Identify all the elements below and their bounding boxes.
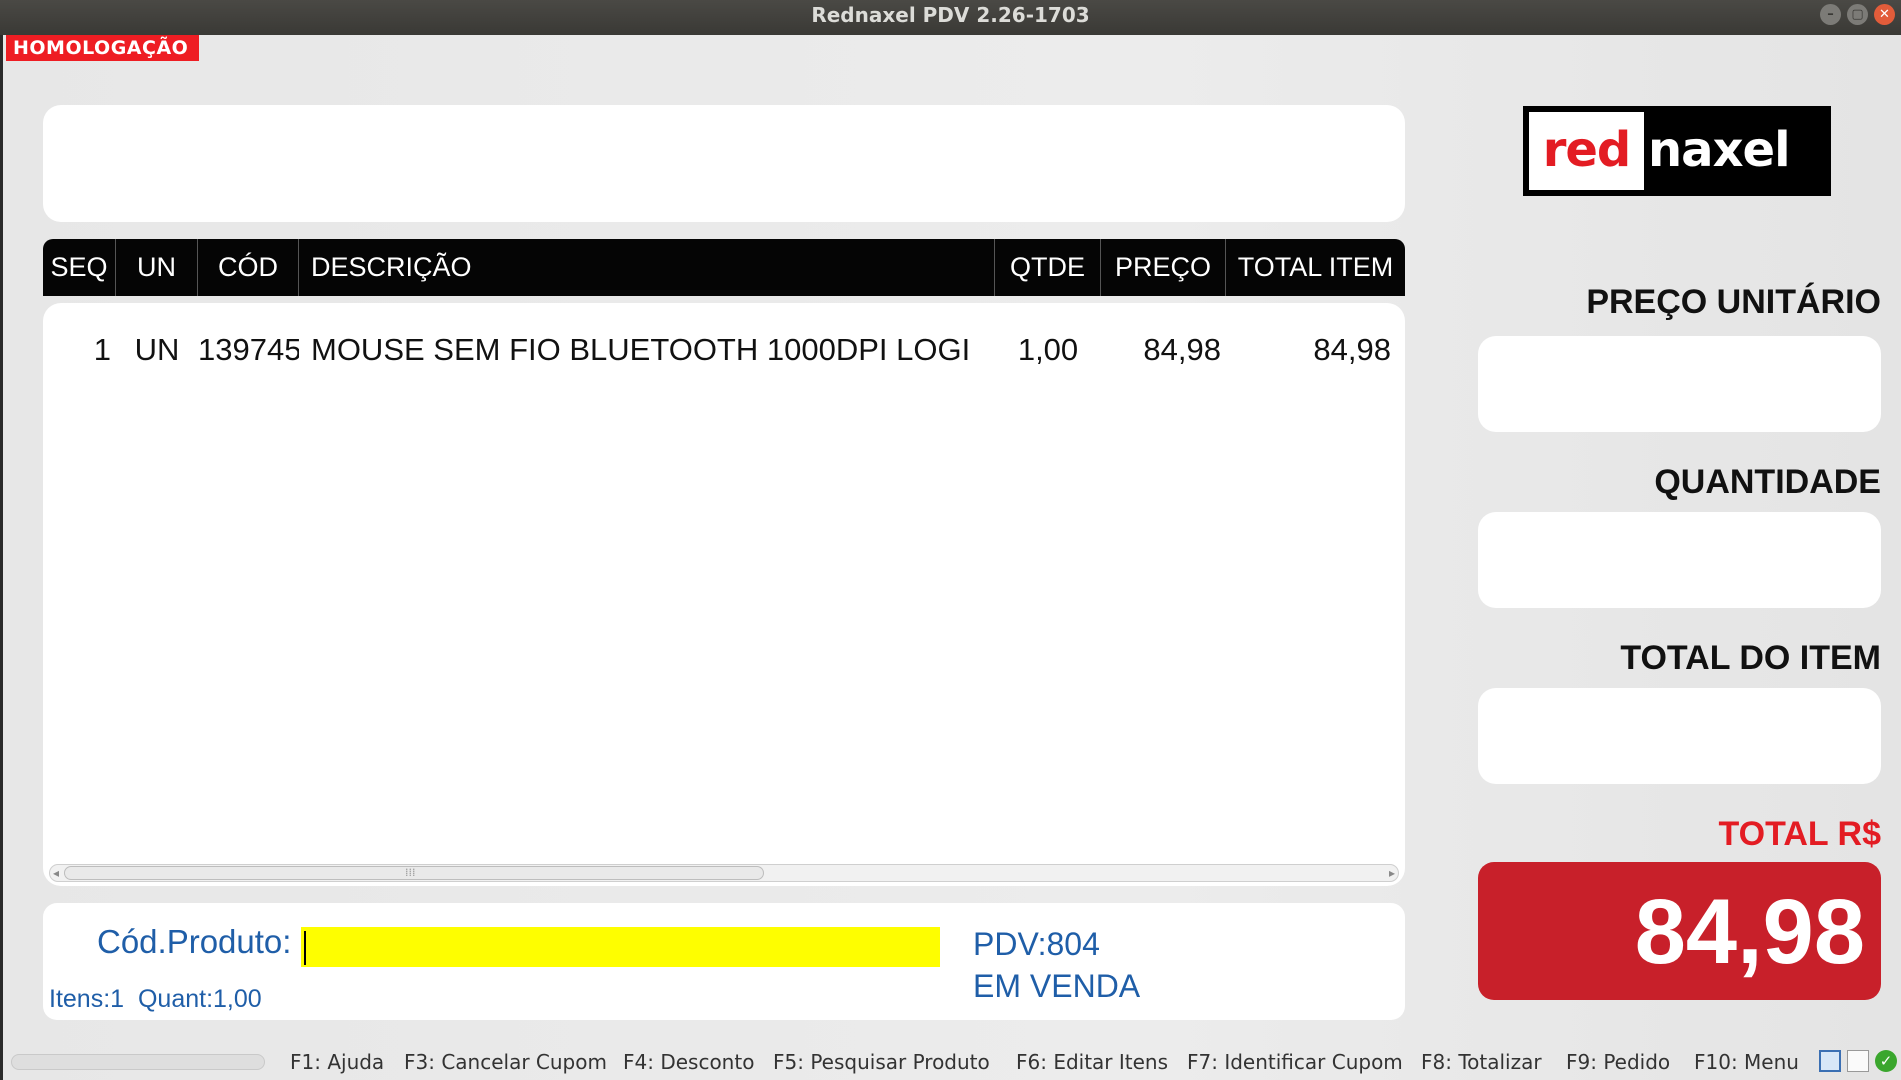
maximize-icon[interactable]: ▢: [1847, 4, 1868, 25]
col-qtde[interactable]: QTDE: [995, 239, 1101, 296]
col-cod[interactable]: CÓD: [198, 239, 299, 296]
logo-text-naxel: naxel: [1648, 122, 1791, 178]
grid-header: SEQ UN CÓD DESCRIÇÃO QTDE PREÇO TOTAL IT…: [43, 239, 1405, 296]
col-descricao[interactable]: DESCRIÇÃO: [299, 239, 995, 296]
pdv-info: PDV:804 EM VENDA: [973, 923, 1140, 1007]
cell-preco: 84,98: [1143, 332, 1221, 367]
cell-qtde: 1,00: [1017, 332, 1079, 367]
window-icon[interactable]: [1819, 1050, 1841, 1072]
pdv-status: EM VENDA: [973, 968, 1141, 1004]
status-bar: F1: Ajuda F3: Cancelar Cupom F4: Descont…: [3, 1045, 1901, 1080]
window-controls: – ▢ ✕: [1820, 4, 1895, 25]
window-title: Rednaxel PDV 2.26-1703: [811, 3, 1090, 27]
total-item-field: [1478, 688, 1881, 784]
environment-badge: HOMOLOGAÇÃO: [6, 35, 199, 61]
fkey-identificar-cupom[interactable]: F7: Identificar Cupom: [1187, 1050, 1403, 1074]
col-un[interactable]: UN: [116, 239, 198, 296]
horizontal-scrollbar[interactable]: ◂ ⁞⁞⁞ ▸: [49, 864, 1399, 882]
quantidade-label: QUANTIDADE: [1654, 463, 1881, 501]
rednaxel-logo: red naxel: [1523, 106, 1831, 196]
cod-produto-input[interactable]: [301, 927, 940, 967]
cell-seq: 1: [93, 332, 111, 367]
pdv-window: HOMOLOGAÇÃO SEQ UN CÓD DESCRIÇÃO QTDE PR…: [3, 35, 1901, 1080]
col-total-item[interactable]: TOTAL ITEM: [1226, 239, 1405, 296]
table-row[interactable]: 1 UN 139745 MOUSE SEM FIO BLUETOOTH 1000…: [43, 325, 1405, 375]
grip-icon: ⁞⁞⁞: [405, 866, 416, 879]
col-preco[interactable]: PREÇO: [1101, 239, 1226, 296]
scrollbar-thumb[interactable]: ⁞⁞⁞: [64, 866, 764, 880]
scroll-left-icon[interactable]: ◂: [53, 864, 59, 882]
total-label: TOTAL R$: [1718, 815, 1881, 853]
pdv-number: PDV:804: [973, 926, 1100, 962]
fkey-ajuda[interactable]: F1: Ajuda: [290, 1050, 384, 1074]
fkey-editar-itens[interactable]: F6: Editar Itens: [1016, 1050, 1168, 1074]
cell-descricao: MOUSE SEM FIO BLUETOOTH 1000DPI LOGI: [311, 332, 971, 367]
col-seq[interactable]: SEQ: [43, 239, 116, 296]
items-count: Itens:1: [49, 985, 125, 1013]
items-grid[interactable]: 1 UN 139745 MOUSE SEM FIO BLUETOOTH 1000…: [43, 303, 1405, 886]
cod-produto-label: Cód.Produto:: [97, 923, 292, 960]
preco-unitario-field: [1478, 336, 1881, 432]
status-icons: ✓: [1819, 1050, 1897, 1072]
cell-cod: 139745: [198, 332, 299, 367]
entry-panel: Cód.Produto: PDV:804 EM VENDA Itens:1 Qu…: [43, 903, 1405, 1020]
preco-unitario-label: PREÇO UNITÁRIO: [1586, 283, 1881, 321]
fkey-totalizar[interactable]: F8: Totalizar: [1421, 1050, 1542, 1074]
fkey-desconto[interactable]: F4: Desconto: [623, 1050, 754, 1074]
cell-total: 84,98: [1313, 332, 1391, 367]
minimize-icon[interactable]: –: [1820, 4, 1841, 25]
fkey-cancelar-cupom[interactable]: F3: Cancelar Cupom: [404, 1050, 607, 1074]
check-icon[interactable]: ✓: [1875, 1050, 1897, 1072]
quantidade-field: [1478, 512, 1881, 608]
cell-un: UN: [134, 332, 180, 367]
fkey-pedido[interactable]: F9: Pedido: [1566, 1050, 1670, 1074]
scroll-right-icon[interactable]: ▸: [1389, 864, 1395, 882]
close-icon[interactable]: ✕: [1874, 4, 1895, 25]
message-panel: [43, 105, 1405, 222]
window-titlebar[interactable]: Rednaxel PDV 2.26-1703 – ▢ ✕: [0, 0, 1901, 35]
total-item-label: TOTAL DO ITEM: [1620, 639, 1881, 677]
document-icon[interactable]: [1847, 1050, 1869, 1072]
total-value: 84,98: [1478, 862, 1881, 1000]
items-summary: Itens:1 Quant:1,00: [49, 985, 262, 1014]
logo-text-red: red: [1529, 112, 1644, 190]
fkey-menu[interactable]: F10: Menu: [1694, 1050, 1799, 1074]
fkey-pesquisar-produto[interactable]: F5: Pesquisar Produto: [773, 1050, 990, 1074]
items-quantity: Quant:1,00: [137, 985, 262, 1013]
progress-bar: [11, 1054, 265, 1070]
text-caret: [304, 931, 306, 965]
